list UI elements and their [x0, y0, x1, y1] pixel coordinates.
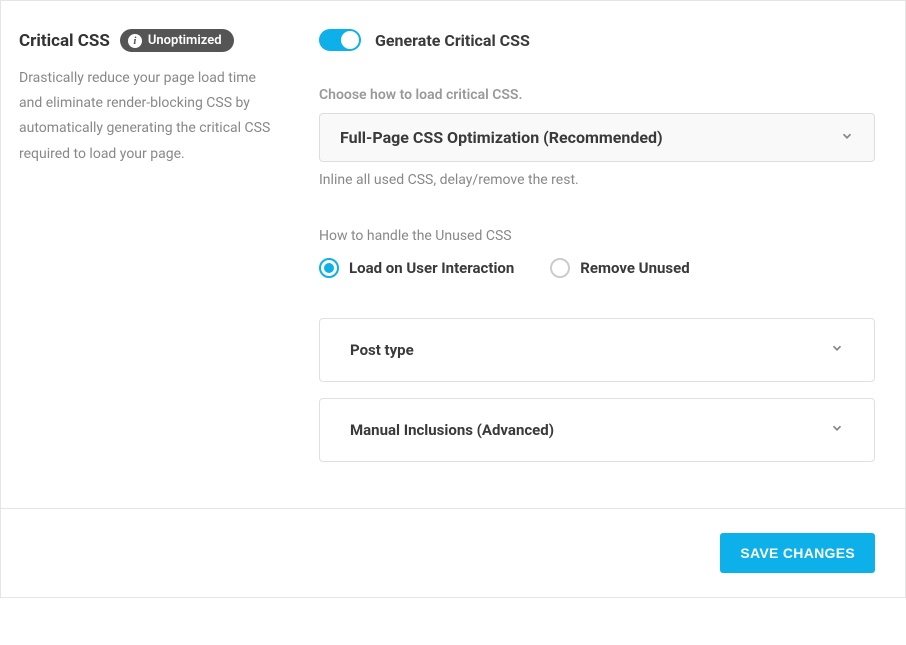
section-description: Drastically reduce your page load time a… [19, 66, 279, 167]
section-title: Critical CSS [19, 31, 110, 51]
toggle-label: Generate Critical CSS [375, 31, 530, 50]
status-badge: i Unoptimized [120, 29, 234, 52]
radio-remove-unused[interactable]: Remove Unused [550, 258, 689, 278]
settings-panel: Critical CSS i Unoptimized Drastically r… [0, 0, 906, 598]
chevron-down-icon [830, 341, 844, 359]
radio-load-on-interaction[interactable]: Load on User Interaction [319, 258, 514, 278]
accordion-title: Manual Inclusions (Advanced) [350, 421, 554, 439]
sidebar-header: Critical CSS i Unoptimized [19, 29, 279, 52]
unused-css-label: How to handle the Unused CSS [319, 228, 875, 244]
main-content: Critical CSS i Unoptimized Drastically r… [1, 1, 905, 508]
info-icon: i [128, 34, 142, 48]
dropdown-selected-text: Full-Page CSS Optimization (Recommended) [340, 128, 663, 147]
badge-text: Unoptimized [148, 33, 222, 48]
settings-area: Generate Critical CSS Choose how to load… [319, 29, 875, 478]
chevron-down-icon [840, 129, 854, 147]
chevron-down-icon [830, 421, 844, 439]
load-method-dropdown[interactable]: Full-Page CSS Optimization (Recommended) [319, 113, 875, 162]
radio-button [550, 258, 570, 278]
load-method-help: Inline all used CSS, delay/remove the re… [319, 172, 875, 188]
radio-button [319, 258, 339, 278]
radio-label: Load on User Interaction [349, 259, 514, 277]
toggle-knob [341, 31, 359, 49]
footer: SAVE CHANGES [1, 508, 905, 597]
unused-css-radio-group: Load on User Interaction Remove Unused [319, 258, 875, 278]
generate-critical-css-toggle[interactable] [319, 29, 361, 51]
accordion-manual-inclusions[interactable]: Manual Inclusions (Advanced) [319, 398, 875, 462]
toggle-row: Generate Critical CSS [319, 29, 875, 51]
accordion-title: Post type [350, 341, 414, 359]
accordion-post-type[interactable]: Post type [319, 318, 875, 382]
sidebar: Critical CSS i Unoptimized Drastically r… [19, 29, 279, 478]
save-changes-button[interactable]: SAVE CHANGES [720, 533, 875, 573]
radio-label: Remove Unused [580, 259, 689, 277]
load-method-label: Choose how to load critical CSS. [319, 87, 875, 103]
